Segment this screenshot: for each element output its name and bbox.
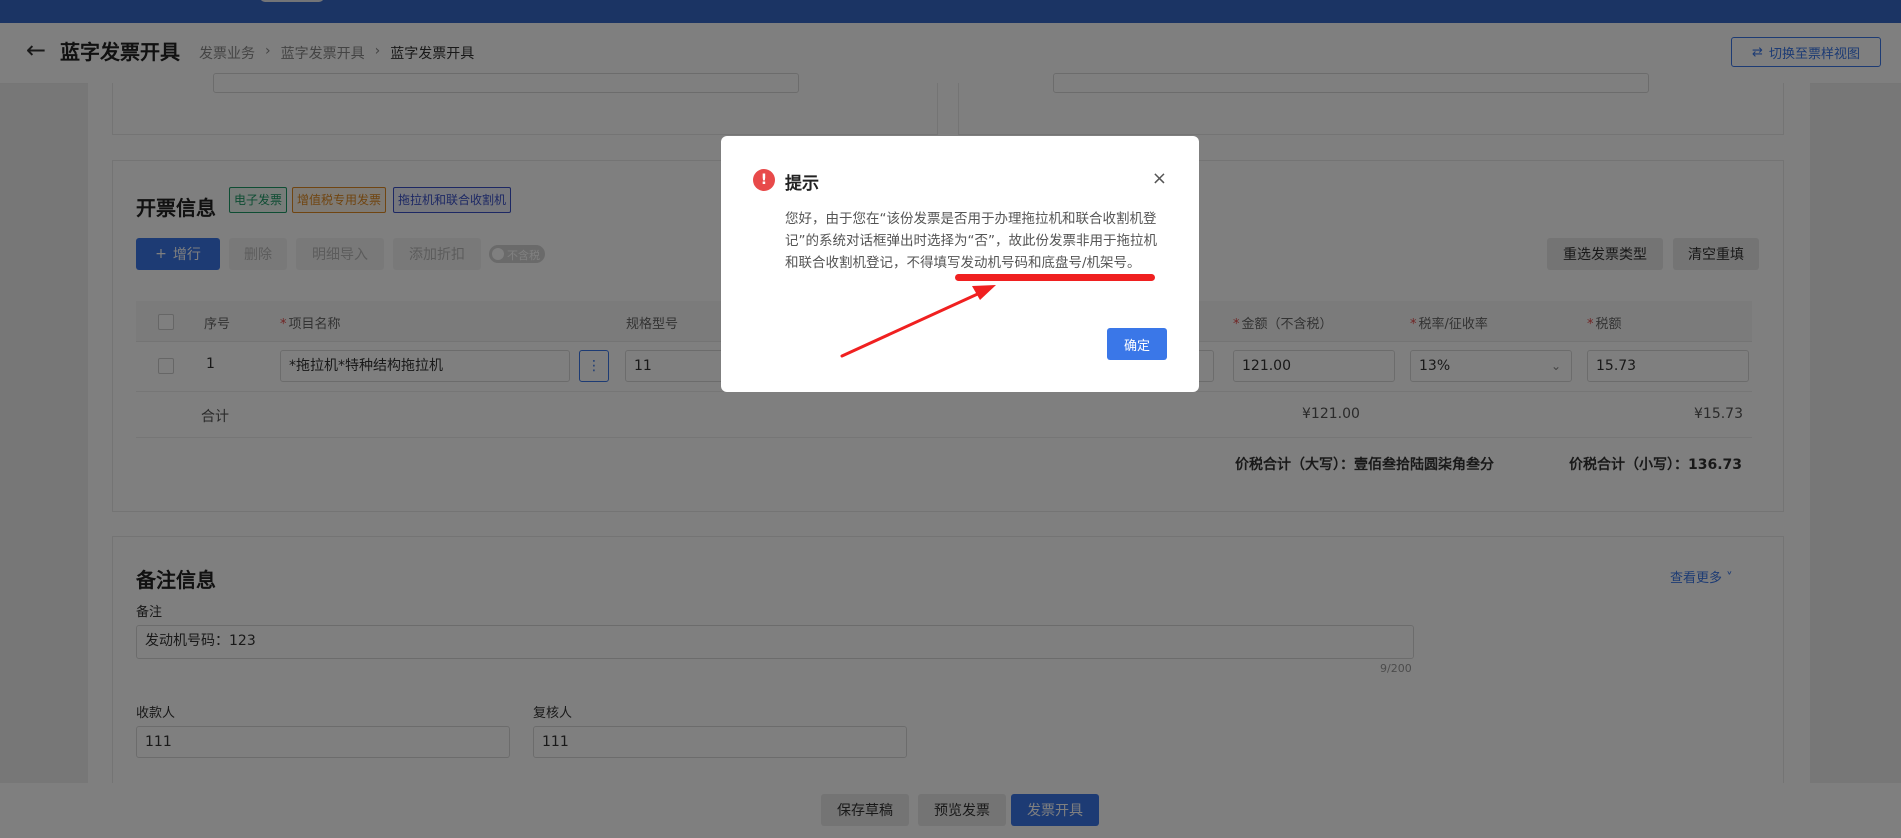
confirm-button[interactable]: 确定 <box>1107 328 1167 360</box>
modal-overlay <box>0 0 1901 838</box>
alert-dialog: ! 提示 × 您好，由于您在“该份发票是否用于办理拖拉机和联合收割机登记”的系统… <box>721 136 1199 392</box>
dialog-message: 您好，由于您在“该份发票是否用于办理拖拉机和联合收割机登记”的系统对话框弹出时选… <box>785 208 1165 274</box>
dialog-title: 提示 <box>785 174 819 194</box>
warning-icon: ! <box>753 169 775 191</box>
close-icon[interactable]: × <box>1152 168 1167 189</box>
dialog-message-part2: 不得填写发动机号码和底盘号/机架号。 <box>906 255 1141 271</box>
annotation-underline <box>955 274 1155 281</box>
